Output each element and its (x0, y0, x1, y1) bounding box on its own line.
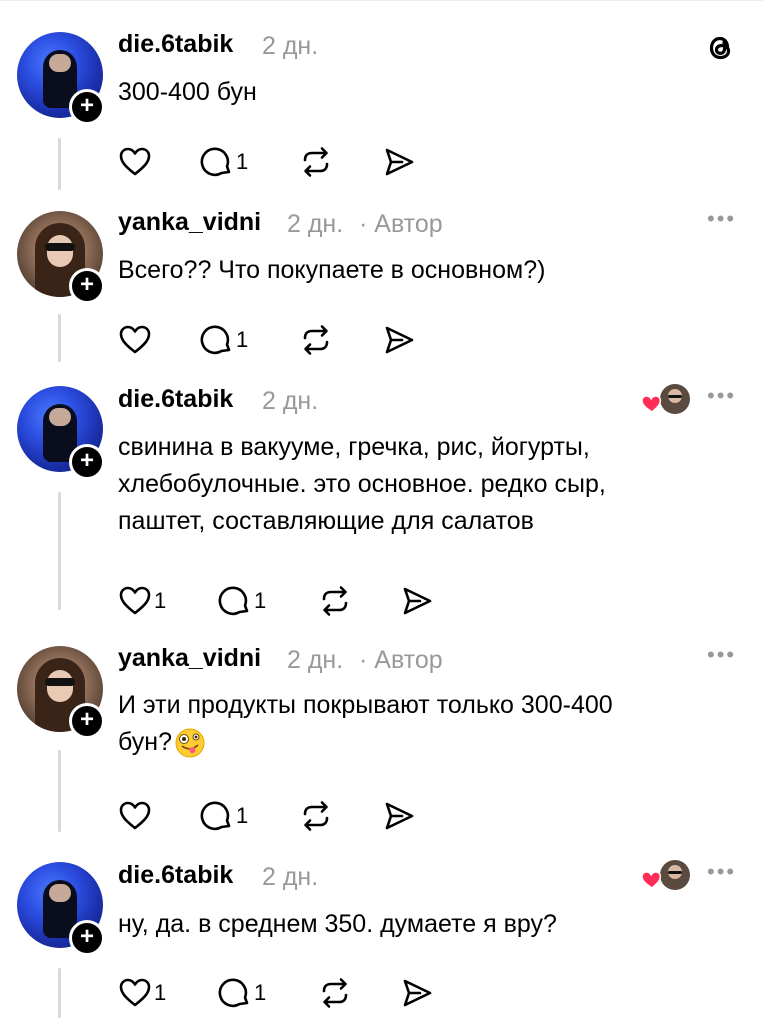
comment-text-line: И эти продукты покрывают только 300-400 (118, 691, 613, 719)
comment-text-fragment: бун? (118, 728, 172, 756)
comment-text-line: бун? (118, 724, 738, 761)
send-icon (403, 587, 432, 615)
action-bar: 1 (118, 798, 438, 834)
username[interactable]: die.6tabik (118, 861, 233, 890)
action-bar: 1 (118, 144, 438, 180)
share-button[interactable] (382, 144, 416, 180)
like-button[interactable]: 1 (118, 583, 166, 619)
comment-text: свинина в вакууме, гречка, рис, йогурты,… (118, 429, 738, 540)
more-options-icon[interactable]: ••• (707, 642, 736, 668)
heart-icon (119, 586, 151, 615)
reply-count: 1 (236, 327, 249, 352)
more-options-icon[interactable]: ••• (707, 383, 736, 409)
reply-button[interactable]: 1 (218, 975, 266, 1011)
comment-bubble-icon (218, 586, 249, 616)
heart-icon (119, 978, 151, 1007)
author-tag: · Автор (359, 210, 443, 238)
repost-icon (322, 978, 348, 1008)
repost-icon (322, 586, 348, 616)
comment-text: 300-400 бун (118, 78, 257, 106)
thread-line (58, 750, 61, 832)
like-count: 1 (154, 980, 167, 1005)
comment-text: ну, да. в среднем 350. думаете я вру? (118, 910, 557, 938)
action-bar: 1 1 (118, 583, 438, 619)
more-options-icon[interactable]: ••• (707, 859, 736, 885)
liked-by-author-icon (641, 384, 690, 414)
like-count: 1 (154, 588, 167, 613)
follow-plus-icon[interactable]: + (69, 703, 105, 739)
username[interactable]: die.6tabik (118, 385, 233, 414)
thread-line (58, 314, 61, 362)
threads-logo-icon[interactable] (703, 30, 739, 66)
comment-bubble-icon (200, 801, 231, 831)
like-button[interactable] (118, 144, 152, 180)
comment-bubble-icon (218, 978, 249, 1008)
reply-count: 1 (236, 149, 249, 174)
repost-button[interactable] (318, 975, 352, 1011)
send-icon (403, 979, 432, 1007)
like-button[interactable] (118, 322, 152, 358)
timestamp: 2 дн. (287, 646, 344, 674)
comment-text-line: паштет, составляющие для салатов (118, 507, 534, 535)
repost-icon (303, 801, 329, 831)
heart-icon (119, 801, 151, 830)
repost-icon (303, 325, 329, 355)
reply-button[interactable]: 1 (200, 798, 248, 834)
heart-icon (119, 147, 151, 176)
comment-text: Всего?? Что покупаете в основном?) (118, 256, 546, 284)
follow-plus-icon[interactable]: + (69, 920, 105, 956)
reply-button[interactable]: 1 (218, 583, 266, 619)
timestamp: 2 дн. (262, 32, 319, 60)
repost-button[interactable] (299, 322, 333, 358)
send-icon (385, 326, 414, 354)
top-divider (0, 0, 763, 1)
author-tag: · Автор (359, 646, 443, 674)
repost-icon (303, 147, 329, 177)
timestamp: 2 дн. (287, 210, 344, 238)
repost-button[interactable] (299, 798, 333, 834)
send-icon (385, 148, 414, 176)
heart-icon (119, 325, 151, 354)
like-button[interactable]: 1 (118, 975, 166, 1011)
share-button[interactable] (400, 975, 434, 1011)
comment-text: И эти продукты покрывают только 300-400 … (118, 687, 738, 761)
reply-count: 1 (254, 980, 267, 1005)
like-button[interactable] (118, 798, 152, 834)
repost-button[interactable] (299, 144, 333, 180)
comment-bubble-icon (200, 325, 231, 355)
username[interactable]: yanka_vidni (118, 208, 261, 237)
zany-face-emoji (175, 728, 205, 757)
action-bar: 1 (118, 322, 438, 358)
share-button[interactable] (400, 583, 434, 619)
liked-by-author-icon (641, 860, 690, 890)
comment-text-line: хлебобулочные. это основное. редко сыр, (118, 470, 606, 498)
follow-plus-icon[interactable]: + (69, 89, 105, 125)
reply-button[interactable]: 1 (200, 144, 248, 180)
timestamp: 2 дн. (262, 863, 319, 891)
comment-bubble-icon (200, 147, 231, 177)
thread-line (58, 138, 61, 190)
reply-count: 1 (236, 803, 249, 828)
reply-count: 1 (254, 588, 267, 613)
thread-line (58, 492, 61, 610)
repost-button[interactable] (318, 583, 352, 619)
follow-plus-icon[interactable]: + (69, 268, 105, 304)
reply-button[interactable]: 1 (200, 322, 248, 358)
share-button[interactable] (382, 322, 416, 358)
username[interactable]: yanka_vidni (118, 644, 261, 673)
timestamp: 2 дн. (262, 387, 319, 415)
username[interactable]: die.6tabik (118, 30, 233, 59)
action-bar: 1 1 (118, 975, 438, 1011)
thread-line (58, 968, 61, 1018)
more-options-icon[interactable]: ••• (707, 206, 736, 232)
follow-plus-icon[interactable]: + (69, 444, 105, 480)
send-icon (385, 802, 414, 830)
comment-text-line: свинина в вакууме, гречка, рис, йогурты, (118, 433, 590, 461)
share-button[interactable] (382, 798, 416, 834)
